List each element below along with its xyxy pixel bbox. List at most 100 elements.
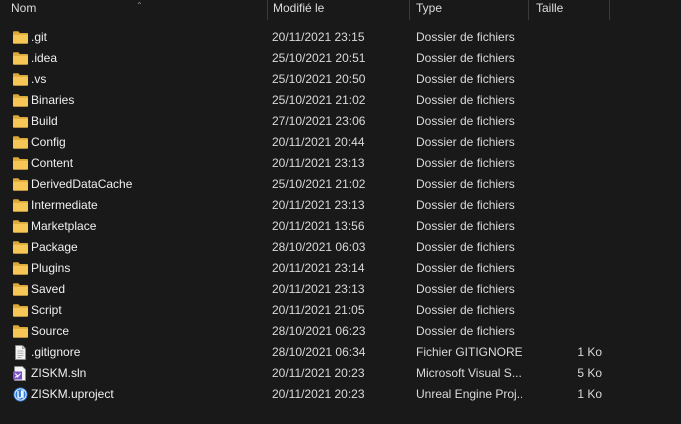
file-size bbox=[530, 132, 602, 153]
file-name: .git bbox=[31, 30, 48, 44]
file-type: Dossier de fichiers bbox=[416, 177, 515, 191]
folder-icon bbox=[12, 51, 29, 66]
file-type: Dossier de fichiers bbox=[416, 282, 515, 296]
column-header-modified[interactable]: Modifié le bbox=[268, 0, 409, 20]
file-type: Dossier de fichiers bbox=[416, 135, 515, 149]
file-row[interactable]: Binaries 25/10/2021 21:02 Dossier de fichi… bbox=[0, 90, 681, 111]
column-divider[interactable] bbox=[528, 0, 529, 20]
folder-icon bbox=[12, 156, 29, 171]
file-name: Config bbox=[31, 135, 66, 149]
file-type: Dossier de fichiers bbox=[416, 240, 515, 254]
file-row[interactable]: Marketplace 20/11/2021 13:56 Dossier de fi… bbox=[0, 216, 681, 237]
file-size bbox=[530, 48, 602, 69]
file-size bbox=[530, 279, 602, 300]
file-size bbox=[530, 258, 602, 279]
file-modified: 25/10/2021 20:50 bbox=[272, 72, 366, 86]
file-modified: 20/11/2021 20:23 bbox=[272, 387, 365, 401]
folder-icon bbox=[12, 30, 29, 45]
column-header-size-label: Taille bbox=[536, 1, 564, 15]
file-size bbox=[530, 90, 602, 111]
file-size bbox=[530, 321, 602, 342]
file-name: Script bbox=[31, 303, 62, 317]
file-row[interactable]: DerivedDataCache 25/10/2021 21:02 Dossier … bbox=[0, 174, 681, 195]
file-type: Dossier de fichiers bbox=[416, 30, 515, 44]
folder-icon bbox=[12, 198, 29, 213]
file-row[interactable]: Script 20/11/2021 21:05 Dossier de fichier… bbox=[0, 300, 681, 321]
file-name: Package bbox=[31, 240, 78, 254]
file-size: 1 Ko bbox=[577, 345, 602, 359]
file-modified: 25/10/2021 21:02 bbox=[272, 177, 366, 191]
file-type: Dossier de fichiers bbox=[416, 261, 515, 275]
column-header-modified-label: Modifié le bbox=[273, 1, 325, 15]
file-name: Binaries bbox=[31, 93, 75, 107]
file-name: Content bbox=[31, 156, 74, 170]
file-size bbox=[530, 216, 602, 237]
file-explorer: ⌃ Nom Modifié le Type Taille .git 20/11/2… bbox=[0, 0, 681, 424]
file-list: .git 20/11/2021 23:15 Dossier de fichiers.… bbox=[0, 27, 681, 405]
file-row[interactable]: .git 20/11/2021 23:15 Dossier de fichiers bbox=[0, 27, 681, 48]
file-size: 5 Ko bbox=[577, 366, 602, 380]
file-row[interactable]: .idea 25/10/2021 20:51 Dossier de fichiers bbox=[0, 48, 681, 69]
column-header-type[interactable]: Type bbox=[411, 0, 527, 20]
file-type: Microsoft Visual S... bbox=[416, 366, 522, 380]
file-type: Dossier de fichiers bbox=[416, 156, 515, 170]
file-name: .idea bbox=[31, 51, 58, 65]
file-modified: 28/10/2021 06:23 bbox=[272, 324, 366, 338]
file-name: ZISKM.sln bbox=[31, 366, 87, 380]
column-header-name-label: Nom bbox=[11, 1, 37, 15]
file-size bbox=[530, 174, 602, 195]
file-size bbox=[530, 111, 602, 132]
file-type: Fichier GITIGNORE bbox=[416, 345, 522, 359]
file-row[interactable]: Package 28/10/2021 06:03 Dossier de fichie… bbox=[0, 237, 681, 258]
file-modified: 20/11/2021 23:13 bbox=[272, 198, 365, 212]
file-size bbox=[530, 237, 602, 258]
file-modified: 20/11/2021 21:05 bbox=[272, 303, 365, 317]
file-row[interactable]: Config 20/11/2021 20:44 Dossier de fichier… bbox=[0, 132, 681, 153]
file-modified: 20/11/2021 13:56 bbox=[272, 219, 365, 233]
visual-studio-solution-icon bbox=[12, 366, 29, 381]
column-header-bar: ⌃ Nom Modifié le Type Taille bbox=[0, 0, 681, 21]
file-row[interactable]: Intermediate 20/11/2021 23:13 Dossier de f… bbox=[0, 195, 681, 216]
file-type: Dossier de fichiers bbox=[416, 72, 515, 86]
file-type: Dossier de fichiers bbox=[416, 198, 515, 212]
file-row[interactable]: Content 20/11/2021 23:13 Dossier de fichie… bbox=[0, 153, 681, 174]
file-modified: 20/11/2021 23:13 bbox=[272, 156, 365, 170]
file-row[interactable]: Saved 20/11/2021 23:13 Dossier de fichiers bbox=[0, 279, 681, 300]
file-type: Dossier de fichiers bbox=[416, 324, 515, 338]
column-header-type-label: Type bbox=[416, 1, 443, 15]
column-header-size[interactable]: Taille bbox=[531, 0, 609, 20]
folder-icon bbox=[12, 177, 29, 192]
file-modified: 25/10/2021 20:51 bbox=[272, 51, 366, 65]
unreal-engine-icon bbox=[12, 387, 29, 402]
file-modified: 28/10/2021 06:34 bbox=[272, 345, 366, 359]
file-name: Marketplace bbox=[31, 219, 97, 233]
column-divider[interactable] bbox=[609, 0, 610, 20]
folder-icon bbox=[12, 93, 29, 108]
folder-icon bbox=[12, 219, 29, 234]
folder-icon bbox=[12, 261, 29, 276]
file-row[interactable]: Build 27/10/2021 23:06 Dossier de fichiers bbox=[0, 111, 681, 132]
folder-icon bbox=[12, 240, 29, 255]
file-modified: 20/11/2021 20:23 bbox=[272, 366, 365, 380]
file-name: .gitignore bbox=[31, 345, 81, 359]
file-name: Plugins bbox=[31, 261, 71, 275]
file-type: Dossier de fichiers bbox=[416, 219, 515, 233]
file-size: 1 Ko bbox=[577, 387, 602, 401]
column-header-name[interactable]: ⌃ Nom bbox=[6, 0, 268, 20]
file-modified: 20/11/2021 23:15 bbox=[272, 30, 365, 44]
file-name: Intermediate bbox=[31, 198, 98, 212]
file-modified: 27/10/2021 23:06 bbox=[272, 114, 366, 128]
file-row[interactable]: ZISKM.uproject 20/11/2021 20:23 Unreal Eng… bbox=[0, 384, 681, 405]
sort-caret-icon: ⌃ bbox=[136, 1, 143, 10]
folder-icon bbox=[12, 72, 29, 87]
column-divider[interactable] bbox=[409, 0, 410, 20]
file-modified: 20/11/2021 23:14 bbox=[272, 261, 365, 275]
file-row[interactable]: ZISKM.sln 20/11/2021 20:23 Microsoft Visua… bbox=[0, 363, 681, 384]
file-type: Dossier de fichiers bbox=[416, 303, 515, 317]
file-row[interactable]: .vs 25/10/2021 20:50 Dossier de fichiers bbox=[0, 69, 681, 90]
file-row[interactable]: Plugins 20/11/2021 23:14 Dossier de fichie… bbox=[0, 258, 681, 279]
file-name: DerivedDataCache bbox=[31, 177, 133, 191]
file-row[interactable]: .gitignore 28/10/2021 06:34 Fichier GITIGN… bbox=[0, 342, 681, 363]
file-name: Build bbox=[31, 114, 58, 128]
file-row[interactable]: Source 28/10/2021 06:23 Dossier de fichier… bbox=[0, 321, 681, 342]
